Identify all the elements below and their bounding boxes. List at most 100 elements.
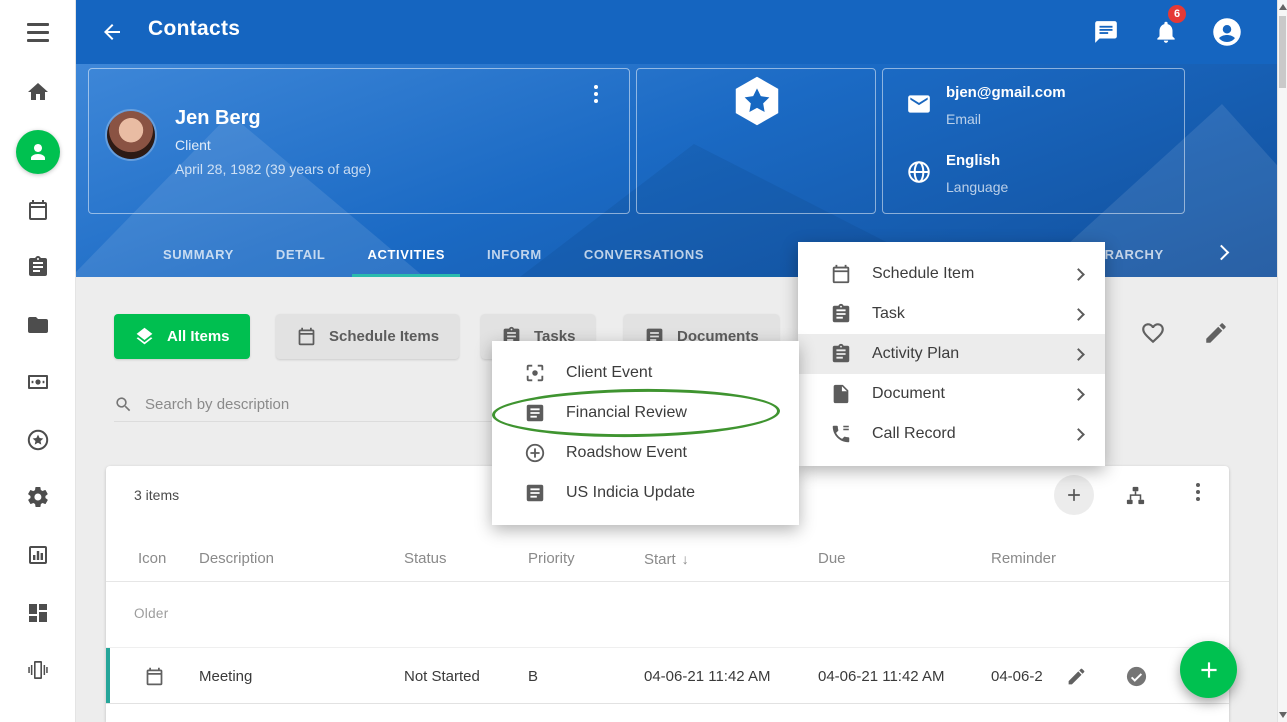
sidebar-item-dashboard[interactable] <box>18 593 58 633</box>
menu-item-label: Roadshow Event <box>566 444 687 462</box>
chart-icon <box>26 543 50 567</box>
menu-icon[interactable] <box>18 12 58 52</box>
sidebar-item-mobile[interactable] <box>18 650 58 690</box>
language-label: Language <box>946 179 1008 195</box>
column-reminder[interactable]: Reminder <box>991 536 1056 582</box>
sidebar-item-billing[interactable] <box>18 362 58 402</box>
document-icon <box>524 482 546 504</box>
app-screen: Contacts 6 Jen Berg Client April 28, 198… <box>0 0 1287 722</box>
sidebar-item-tasks[interactable] <box>18 247 58 287</box>
search-input[interactable] <box>145 396 545 413</box>
tab-conversations[interactable]: CONVERSATIONS <box>563 232 725 277</box>
menu-item-activity-plan[interactable]: Activity Plan <box>798 334 1105 374</box>
rating-card <box>636 68 876 214</box>
tab-inform[interactable]: INFORM <box>466 232 563 277</box>
menu-item-financial-review[interactable]: Financial Review <box>492 393 799 433</box>
chevron-right-icon <box>1072 308 1085 321</box>
window-scrollbar[interactable] <box>1277 0 1287 722</box>
back-arrow-icon[interactable] <box>100 20 124 44</box>
cell-status: Not Started <box>404 648 480 705</box>
dashboard-icon <box>26 601 50 625</box>
add-circle-icon <box>524 442 546 464</box>
list-add-button[interactable] <box>1054 475 1094 515</box>
column-description[interactable]: Description <box>199 536 274 582</box>
chat-icon[interactable] <box>1093 19 1119 45</box>
profile-more-menu[interactable] <box>589 85 603 103</box>
calendar-icon <box>26 198 50 222</box>
activity-plan-submenu: Client Event Financial Review Roadshow E… <box>492 341 799 525</box>
menu-item-us-indicia-update[interactable]: US Indicia Update <box>492 473 799 513</box>
filter-button-label: Schedule Items <box>329 328 439 345</box>
document-icon <box>830 383 852 405</box>
avatar <box>107 111 155 159</box>
contact-name: Jen Berg <box>175 107 261 130</box>
row-accent-bar <box>106 648 110 703</box>
contact-birthdate: April 28, 1982 (39 years of age) <box>175 161 371 177</box>
sidebar-item-reports[interactable] <box>18 535 58 575</box>
chevron-right-icon <box>1072 268 1085 281</box>
menu-item-client-event[interactable]: Client Event <box>492 353 799 393</box>
calendar-icon <box>296 326 317 347</box>
favorite-heart-icon[interactable] <box>1140 320 1166 346</box>
gear-icon <box>26 485 50 509</box>
menu-item-schedule-item[interactable]: Schedule Item <box>798 254 1105 294</box>
cell-start: 04-06-21 11:42 AM <box>644 648 770 705</box>
sort-descending-icon: ↓ <box>682 551 689 567</box>
sidebar-item-contacts[interactable] <box>16 130 60 174</box>
hierarchy-icon[interactable] <box>1124 484 1147 507</box>
sidebar-item-home[interactable] <box>18 72 58 112</box>
tab-detail[interactable]: DETAIL <box>255 232 347 277</box>
menu-item-label: Activity Plan <box>872 345 959 363</box>
filter-schedule-items-button[interactable]: Schedule Items <box>276 314 459 359</box>
cell-reminder: 04-06-2 <box>991 648 1065 705</box>
sidebar-item-documents[interactable] <box>18 305 58 345</box>
filter-all-items-button[interactable]: All Items <box>114 314 250 359</box>
tab-activities[interactable]: ACTIVITIES <box>346 232 466 277</box>
document-icon <box>524 402 546 424</box>
email-label: Email <box>946 111 981 127</box>
account-icon[interactable] <box>1212 17 1242 47</box>
cell-priority: B <box>528 648 538 705</box>
menu-item-roadshow-event[interactable]: Roadshow Event <box>492 433 799 473</box>
scroll-up-arrow-icon[interactable] <box>1279 4 1287 10</box>
column-icon[interactable]: Icon <box>138 536 166 582</box>
cell-due: 04-06-21 11:42 AM <box>818 648 944 705</box>
menu-item-label: Client Event <box>566 364 652 382</box>
table-row[interactable]: Meeting Not Started B 04-06-21 11:42 AM … <box>106 647 1229 704</box>
sidebar-item-calendar[interactable] <box>18 190 58 230</box>
notification-badge: 6 <box>1168 5 1186 23</box>
sidebar <box>0 0 76 722</box>
menu-item-call-record[interactable]: Call Record <box>798 414 1105 454</box>
column-start[interactable]: Start↓ <box>644 536 689 583</box>
menu-item-task[interactable]: Task <box>798 294 1105 334</box>
tasks-icon <box>26 255 50 279</box>
column-priority[interactable]: Priority <box>528 536 575 582</box>
menu-item-document[interactable]: Document <box>798 374 1105 414</box>
tab-summary[interactable]: SUMMARY <box>142 232 255 277</box>
scrollbar-thumb[interactable] <box>1279 16 1286 88</box>
list-more-menu[interactable] <box>1191 483 1205 501</box>
email-value: bjen@gmail.com <box>946 84 1066 101</box>
cell-description: Meeting <box>199 648 252 705</box>
column-status[interactable]: Status <box>404 536 447 582</box>
tasks-icon <box>830 303 852 325</box>
calendar-icon <box>144 666 165 687</box>
language-value: English <box>946 152 1000 169</box>
add-activity-menu: Schedule Item Task Activity Plan Documen… <box>798 242 1105 466</box>
row-edit-pencil-icon[interactable] <box>1066 666 1087 687</box>
sidebar-item-settings[interactable] <box>18 477 58 517</box>
chevron-right-icon <box>1072 388 1085 401</box>
add-fab-button[interactable] <box>1180 641 1237 698</box>
email-icon <box>906 91 932 117</box>
star-icon <box>26 428 50 452</box>
page-title: Contacts <box>148 17 240 41</box>
complete-check-icon[interactable] <box>1125 665 1148 688</box>
filter-button-label: All Items <box>167 328 230 345</box>
sidebar-item-favorites[interactable] <box>18 420 58 460</box>
edit-pencil-icon[interactable] <box>1203 320 1229 346</box>
plus-icon <box>1196 657 1222 683</box>
menu-item-label: Financial Review <box>566 404 687 422</box>
menu-item-label: Document <box>872 385 945 403</box>
scroll-down-arrow-icon[interactable] <box>1279 712 1287 718</box>
column-due[interactable]: Due <box>818 536 846 582</box>
